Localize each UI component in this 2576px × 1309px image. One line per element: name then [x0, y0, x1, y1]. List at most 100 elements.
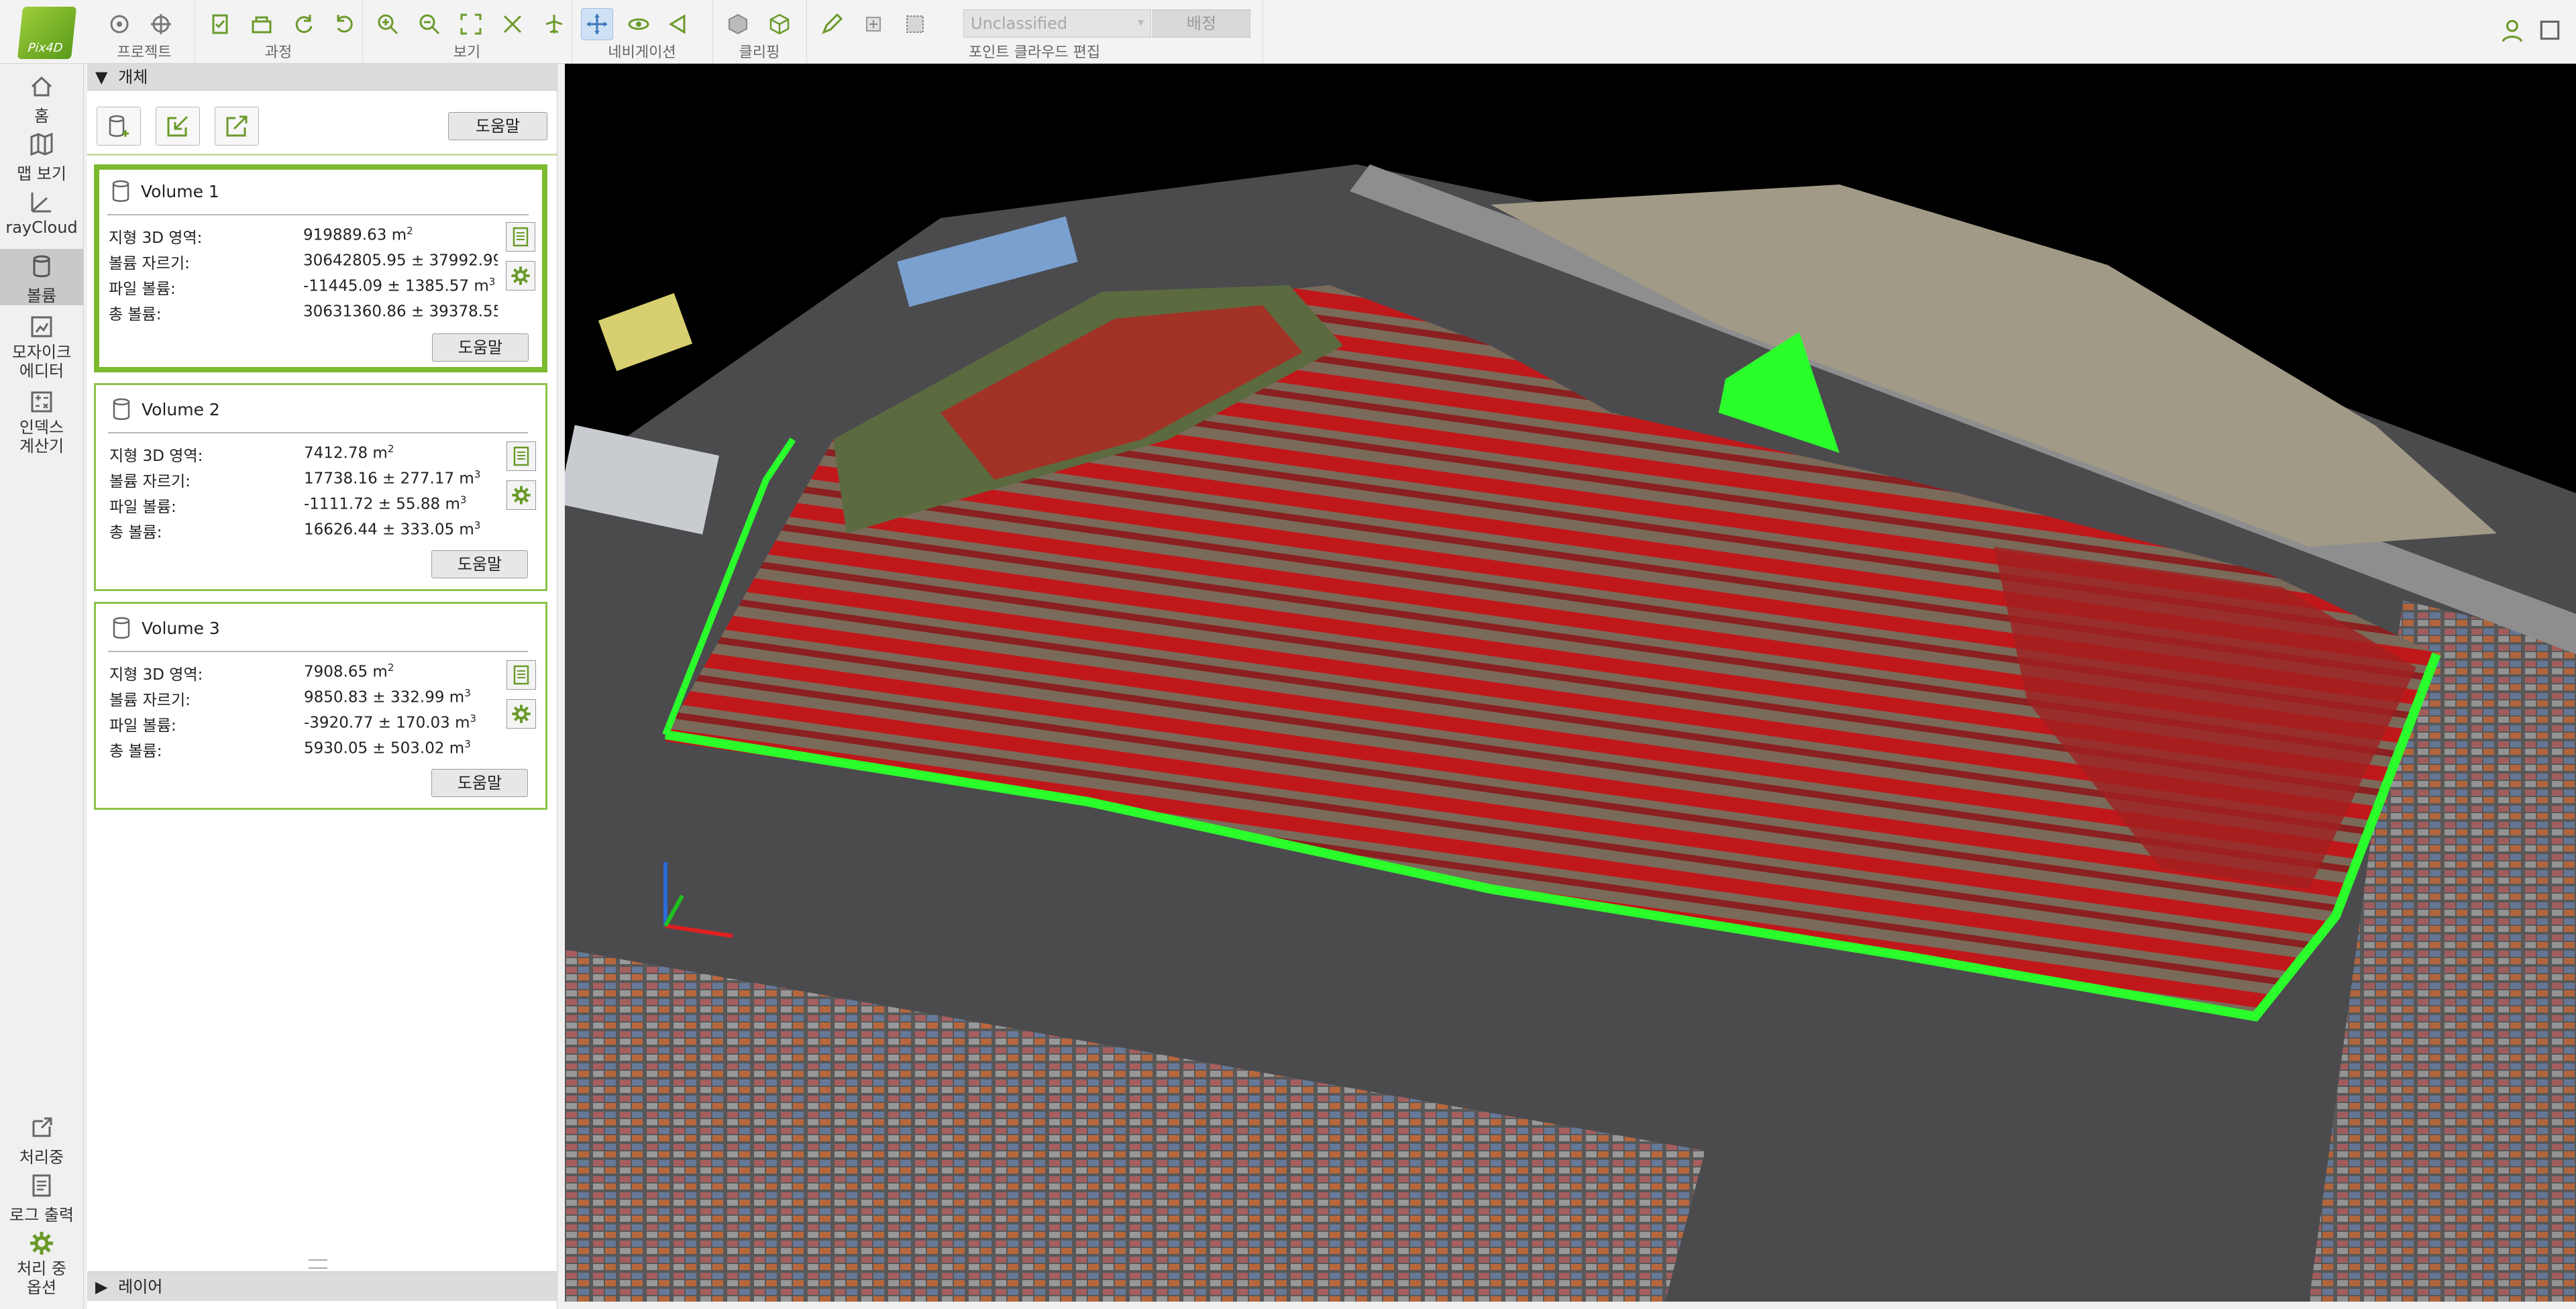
report-doc-icon[interactable] — [506, 441, 536, 471]
raycloud-3d-viewer[interactable] — [565, 64, 2576, 1302]
user-area — [2501, 17, 2563, 46]
plane-icon[interactable] — [538, 8, 570, 40]
nav-item-label: 인덱스 계산기 — [19, 418, 64, 456]
objects-panel-header[interactable]: ▼ 개체 — [87, 64, 557, 91]
fill-volume-value: -3920.77 ± 170.03 m3 — [304, 713, 477, 732]
panel-title: 개체 — [118, 68, 148, 87]
reprocess-icon[interactable] — [329, 8, 361, 40]
check-doc-icon[interactable] — [204, 8, 236, 40]
divider — [87, 154, 557, 156]
navigate-icon[interactable] — [581, 8, 613, 40]
layers-header[interactable]: ▶ 레이어 — [87, 1271, 557, 1301]
window-restore-icon[interactable] — [2537, 17, 2563, 46]
divider — [108, 651, 528, 652]
volume-icon — [33, 255, 50, 278]
toolbar-group-label: 클리핑 — [739, 44, 780, 61]
raycloud-icon — [31, 193, 51, 213]
left-navigation: 홈 맵 보기 rayCloud 볼륨 모자이크 에디터 인덱스 계산기 처리중 … — [0, 64, 84, 1309]
volume-card-1[interactable]: Volume 1 지형 3D 영역: 919889.63 m2 볼륨 자르기: … — [94, 164, 547, 372]
refresh-icon[interactable] — [287, 8, 319, 40]
classification-select[interactable]: Unclassified ▾ — [963, 9, 1151, 38]
building — [598, 293, 693, 372]
open-box-icon[interactable] — [246, 8, 278, 40]
total-volume-label: 총 볼륨: — [109, 306, 162, 323]
home-icon — [31, 76, 52, 97]
gear-icon[interactable] — [506, 261, 535, 291]
import-volume-button[interactable] — [156, 107, 200, 146]
cut-volume-value: 9850.83 ± 332.99 m3 — [304, 687, 471, 706]
zoom-in-icon[interactable] — [372, 8, 404, 40]
orbit-icon[interactable] — [623, 8, 655, 40]
volume-title: Volume 2 — [111, 397, 220, 421]
nav-item-home[interactable]: 홈 — [0, 73, 83, 125]
toolbar-group-process: 과정 — [195, 0, 363, 63]
volume-help-button[interactable]: 도움말 — [432, 333, 529, 362]
cut-volume-label: 볼륨 자르기: — [109, 692, 191, 709]
gear-icon — [30, 1232, 53, 1255]
user-icon[interactable] — [2501, 17, 2526, 46]
project-icon[interactable] — [103, 8, 136, 40]
nav-item-raycloud[interactable]: rayCloud — [0, 189, 83, 240]
nav-item-map[interactable]: 맵 보기 — [0, 131, 83, 183]
nav-item-processing[interactable]: 처리중 — [0, 1114, 83, 1167]
fit-all-icon[interactable] — [455, 8, 487, 40]
new-volume-icon — [109, 115, 129, 137]
edit-pen-icon[interactable] — [816, 8, 848, 40]
fit-selection-icon[interactable] — [496, 8, 529, 40]
nav-item-label: rayCloud — [5, 218, 78, 237]
nav-item-label: 처리중 — [19, 1148, 64, 1167]
gear-icon[interactable] — [506, 480, 536, 510]
clip-box-icon[interactable] — [722, 8, 754, 40]
terrain-area-label: 지형 3D 영역: — [109, 666, 203, 684]
export-icon — [226, 115, 248, 137]
nav-item-volume[interactable]: 볼륨 — [0, 249, 83, 305]
fill-volume-value: -11445.09 ± 1385.57 m3 — [303, 276, 496, 295]
target-icon[interactable] — [145, 8, 177, 40]
nav-item-label: 맵 보기 — [17, 164, 66, 183]
terrain-area-label: 지형 3D 영역: — [109, 229, 203, 247]
cut-volume-label: 볼륨 자르기: — [109, 255, 190, 272]
volume-card-3[interactable]: Volume 3 지형 3D 영역: 7908.65 m2 볼륨 자르기: 98… — [94, 602, 547, 810]
classification-select-value: Unclassified — [971, 14, 1068, 33]
select-add-icon[interactable] — [857, 8, 890, 40]
toolbar-group-label: 포인트 클라우드 편집 — [968, 44, 1101, 61]
volume-help-button[interactable]: 도움말 — [431, 550, 528, 578]
terrain-area-label: 지형 3D 영역: — [109, 448, 203, 465]
total-volume-value: 16626.44 ± 333.05 m3 — [304, 519, 481, 539]
expand-triangle-icon: ▶ — [95, 1277, 108, 1296]
volume-name: Volume 3 — [142, 618, 220, 638]
nav-item-index-calculator[interactable]: 인덱스 계산기 — [0, 388, 83, 456]
toolbar-group-label: 과정 — [264, 44, 292, 61]
import-icon — [167, 115, 189, 137]
clip-box-edit-icon[interactable] — [763, 8, 796, 40]
gear-icon[interactable] — [506, 699, 536, 729]
report-doc-icon[interactable] — [506, 660, 536, 690]
toolbar-group-navigation: 네비게이션 — [572, 0, 713, 63]
toolbar-group-project: 프로젝트 — [94, 0, 195, 63]
assign-button[interactable]: 배정 — [1152, 9, 1250, 38]
divider — [108, 432, 528, 433]
volume-card-2[interactable]: Volume 2 지형 3D 영역: 7412.78 m2 볼륨 자르기: 17… — [94, 383, 547, 591]
nav-item-mosaic[interactable]: 모자이크 에디터 — [0, 313, 83, 380]
panel-splitter-handle[interactable] — [309, 1259, 327, 1269]
volume-help-button[interactable]: 도움말 — [431, 769, 528, 797]
nav-item-label: 로그 출력 — [9, 1206, 74, 1224]
map-icon — [30, 132, 53, 156]
report-doc-icon[interactable] — [506, 222, 535, 252]
select-box-icon[interactable] — [899, 8, 931, 40]
total-volume-label: 총 볼륨: — [109, 524, 162, 541]
zoom-out-icon[interactable] — [413, 8, 445, 40]
new-volume-button[interactable] — [97, 107, 141, 146]
cylinder-icon — [112, 180, 129, 202]
toolbar-group-clipping: 클리핑 — [712, 0, 807, 63]
nav-item-label: 모자이크 에디터 — [11, 343, 72, 380]
nav-item-processing-options[interactable]: 처리 중 옵션 — [0, 1230, 83, 1297]
nav-item-log[interactable]: 로그 출력 — [0, 1172, 83, 1224]
chevron-down-icon: ▾ — [1137, 15, 1144, 30]
export-volume-button[interactable] — [215, 107, 259, 146]
processing-icon — [32, 1117, 52, 1137]
divider — [107, 214, 529, 215]
help-button[interactable]: 도움말 — [448, 112, 547, 140]
trackball-icon[interactable] — [664, 8, 696, 40]
objects-panel: ▼ 개체 도움말 Volume 1 지형 3D 영역: 919889.63 m2… — [87, 64, 557, 1309]
